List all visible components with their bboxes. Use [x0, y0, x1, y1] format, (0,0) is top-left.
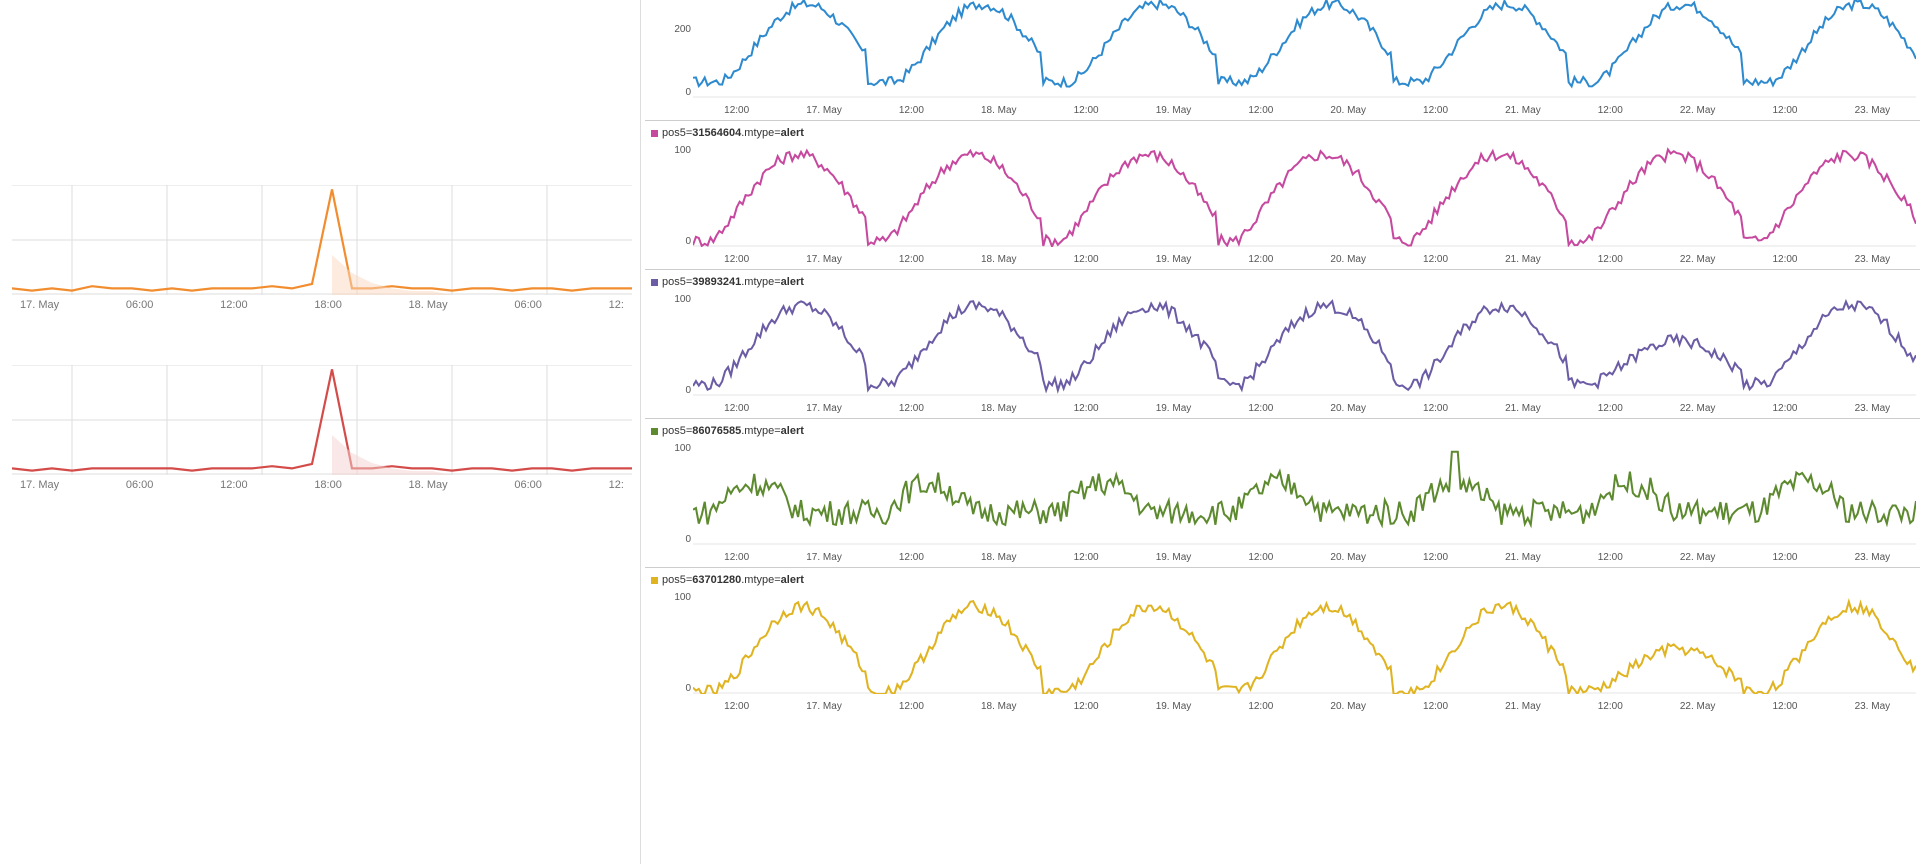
left-chart-red: 17. May06:0012:0018:0018. May06:0012: [12, 365, 632, 475]
right-panel-0-xaxis: 12:0017. May12:0018. May12:0019. May12:0… [693, 105, 1916, 116]
right-column: 2000 12:0017. May12:0018. May12:0019. Ma… [640, 0, 1920, 864]
right-panel-3-legend: pos5=86076585.mtype=alert [651, 425, 804, 437]
right-panel-0-yaxis: 2000 [663, 24, 691, 98]
right-panel-4-legend: pos5=63701280.mtype=alert [651, 574, 804, 586]
left-chart-orange-xaxis: 17. May06:0012:0018:0018. May06:0012: [12, 299, 632, 311]
right-panel-4: pos5=63701280.mtype=alert 1000 12:0017. … [645, 567, 1920, 716]
right-panel-2-legend: pos5=39893241.mtype=alert [651, 276, 804, 288]
right-panel-1: pos5=31564604.mtype=alert 1000 12:0017. … [645, 120, 1920, 269]
left-column: 17. May06:0012:0018:0018. May06:0012: 17… [0, 0, 640, 864]
right-panel-3: pos5=86076585.mtype=alert 1000 12:0017. … [645, 418, 1920, 567]
left-chart-red-xaxis: 17. May06:0012:0018:0018. May06:0012: [12, 479, 632, 491]
right-panel-1-legend: pos5=31564604.mtype=alert [651, 127, 804, 139]
right-panel-0: 2000 12:0017. May12:0018. May12:0019. Ma… [645, 0, 1920, 120]
right-panel-2: pos5=39893241.mtype=alert 1000 12:0017. … [645, 269, 1920, 418]
left-chart-orange: 17. May06:0012:0018:0018. May06:0012: [12, 185, 632, 295]
